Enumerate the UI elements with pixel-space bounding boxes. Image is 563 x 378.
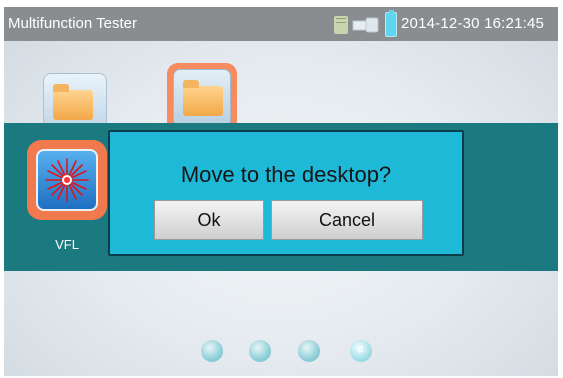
battery-icon [385, 10, 397, 37]
confirm-dialog: Move to the desktop? Ok Cancel [108, 130, 464, 256]
pager-dot-1[interactable] [201, 340, 223, 362]
status-bar: Multifunction Tester 2014-12-30 16:21:45 [4, 7, 558, 41]
pager-dot-4[interactable]: 4 [350, 340, 372, 362]
app-title: Multifunction Tester [8, 15, 137, 32]
cancel-button[interactable]: Cancel [271, 200, 423, 240]
app-label-vfl: VFL [55, 237, 79, 252]
laser-icon [45, 158, 89, 202]
app-icon-vfl[interactable] [27, 140, 107, 220]
folder-search-icon [53, 84, 93, 120]
device-screen: Multifunction Tester 2014-12-30 16:21:45 [4, 7, 558, 376]
page-number: 4 [358, 345, 364, 356]
ok-button[interactable]: Ok [154, 200, 264, 240]
sd-card-icon [334, 16, 348, 34]
folder-icon [183, 80, 223, 116]
pager-dot-2[interactable] [249, 340, 271, 362]
dialog-message: Move to the desktop? [180, 162, 392, 187]
folder-tile-inner [173, 69, 231, 127]
clock: 2014-12-30 16:21:45 [401, 15, 545, 32]
usb-icon [352, 17, 379, 33]
pager-dot-3[interactable] [298, 340, 320, 362]
laser-icon-frame [36, 149, 98, 211]
